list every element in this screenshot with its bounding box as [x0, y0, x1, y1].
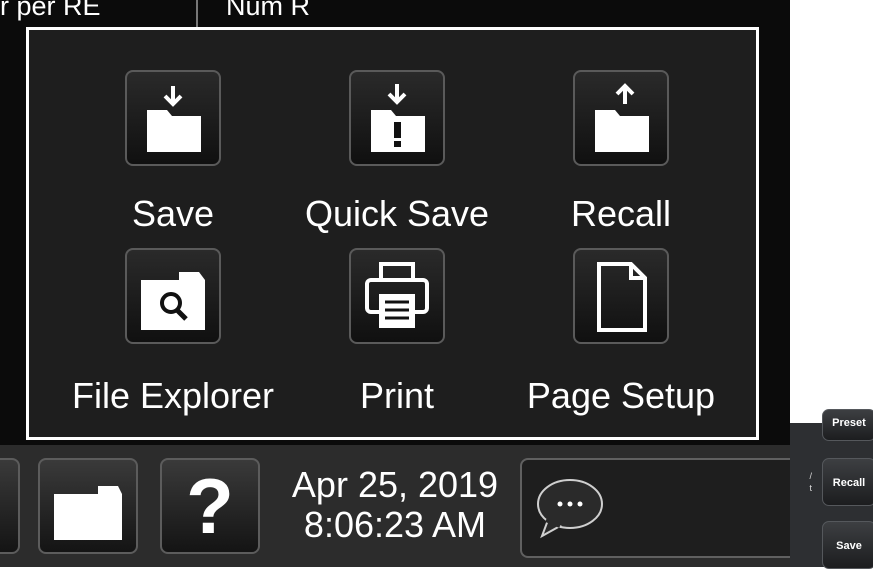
header-right-text: Num R — [226, 0, 311, 21]
quick-save-icon — [371, 84, 425, 152]
page-setup-tile[interactable] — [573, 248, 669, 344]
taskbar-prev-button[interactable] — [0, 458, 20, 554]
folder-icon — [54, 486, 122, 540]
menu-item-save[interactable]: Save — [58, 30, 288, 240]
print-label: Print — [359, 375, 435, 416]
preset-key[interactable]: Preset — [822, 409, 873, 441]
print-tile[interactable] — [349, 248, 445, 344]
taskbar: ? Apr 25, 2019 8:06:23 AM — [0, 445, 790, 567]
save-tile[interactable] — [125, 70, 221, 166]
menu-item-quick-save[interactable]: Quick Save — [282, 30, 512, 240]
save-label: Save — [131, 193, 215, 234]
folder-button[interactable] — [38, 458, 138, 554]
recall-label: Recall — [570, 193, 672, 234]
header-left-text: r per RE — [0, 0, 101, 21]
quick-save-label: Quick Save — [304, 193, 490, 234]
recall-key[interactable]: Recall — [822, 458, 873, 506]
chat-bubble-icon — [537, 479, 603, 539]
folder-save-icon — [147, 86, 201, 152]
hw-side-label-1: / — [809, 471, 812, 481]
quick-save-tile[interactable] — [349, 70, 445, 166]
menu-item-print[interactable]: Print — [282, 240, 512, 430]
menu-item-file-explorer[interactable]: File Explorer — [58, 240, 288, 430]
file-explorer-tile[interactable] — [125, 248, 221, 344]
date-text: Apr 25, 2019 — [291, 464, 499, 505]
save-key[interactable]: Save — [822, 521, 873, 569]
background-header: r per RE Num R — [0, 0, 350, 28]
header-divider — [196, 0, 198, 28]
page-icon — [597, 262, 647, 332]
folder-recall-icon — [595, 83, 649, 152]
message-panel[interactable] — [520, 458, 790, 558]
hardware-panel: Preset Recall Save / t — [790, 409, 873, 569]
recall-tile[interactable] — [573, 70, 669, 166]
menu-item-recall[interactable]: Recall — [506, 30, 736, 240]
file-explorer-label: File Explorer — [71, 375, 275, 416]
file-menu-popup: Save Quick Save Recall File Explorer Pri… — [26, 27, 759, 440]
page-setup-label: Page Setup — [526, 375, 716, 416]
hw-side-label-2: t — [809, 483, 812, 493]
question-mark-icon: ? — [186, 462, 234, 550]
menu-item-page-setup[interactable]: Page Setup — [506, 240, 736, 430]
help-button[interactable]: ? — [160, 458, 260, 554]
instrument-screen: r per RE Num R Save Quick Save Recall Fi… — [0, 0, 790, 567]
folder-search-icon — [141, 272, 205, 330]
printer-icon — [365, 262, 429, 328]
datetime-display[interactable]: Apr 25, 2019 8:06:23 AM — [275, 465, 515, 545]
time-text: 8:06:23 AM — [303, 504, 487, 545]
